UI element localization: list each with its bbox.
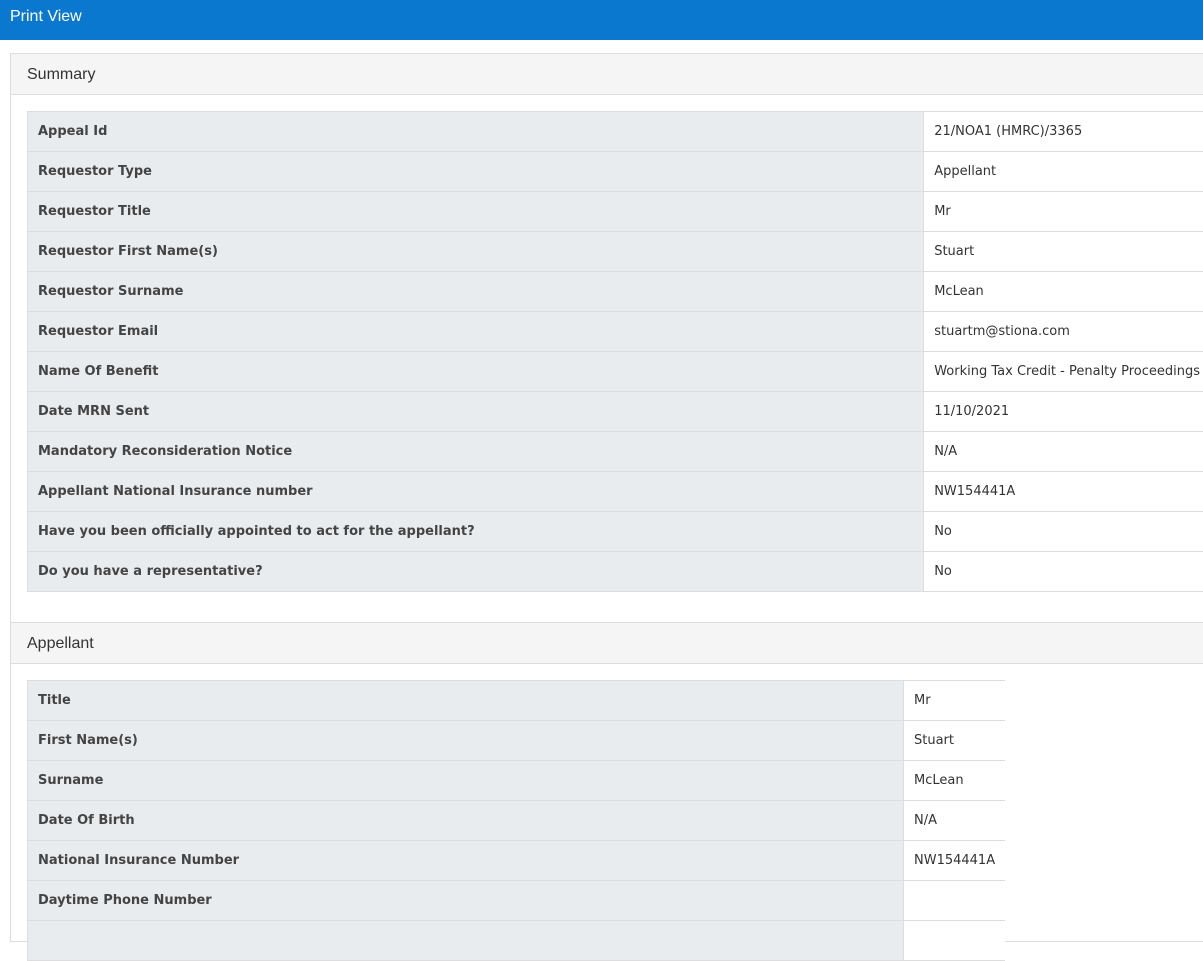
table-row: Appeal Id21/NOA1 (HMRC)/3365	[28, 112, 1203, 152]
field-label: Name Of Benefit	[28, 352, 924, 392]
field-label: Requestor Type	[28, 152, 924, 192]
field-label: Surname	[28, 761, 904, 801]
field-label: Requestor First Name(s)	[28, 232, 924, 272]
field-label: Date Of Birth	[28, 801, 904, 841]
field-value: No	[924, 512, 1203, 552]
appellant-table: TitleMrFirst Name(s)StuartSurnameMcLeanD…	[27, 680, 1005, 961]
page-title: Print View	[10, 8, 82, 25]
summary-panel-heading: Summary	[11, 54, 1203, 95]
table-row: Requestor TitleMr	[28, 192, 1203, 232]
top-bar: Print View	[0, 0, 1203, 40]
table-row: National Insurance NumberNW154441A	[28, 841, 1006, 881]
appellant-panel-heading: Appellant	[11, 623, 1203, 664]
field-label: Title	[28, 681, 904, 721]
table-row: Name Of BenefitWorking Tax Credit - Pena…	[28, 352, 1203, 392]
field-label: Have you been officially appointed to ac…	[28, 512, 924, 552]
table-row: Date MRN Sent11/10/2021	[28, 392, 1203, 432]
table-row: Requestor Emailstuartm@stiona.com	[28, 312, 1203, 352]
field-label: Mandatory Reconsideration Notice	[28, 432, 924, 472]
field-value: No	[924, 552, 1203, 592]
table-row: Appellant National Insurance numberNW154…	[28, 472, 1203, 512]
field-value: 21/NOA1 (HMRC)/3365	[924, 112, 1203, 152]
summary-table: Appeal Id21/NOA1 (HMRC)/3365Requestor Ty…	[27, 111, 1203, 592]
field-label: National Insurance Number	[28, 841, 904, 881]
field-value: Mr	[924, 192, 1203, 232]
field-label: Requestor Title	[28, 192, 924, 232]
field-value: 11/10/2021	[924, 392, 1203, 432]
field-label: Requestor Surname	[28, 272, 924, 312]
field-value: Stuart	[904, 721, 1006, 761]
table-row: Mandatory Reconsideration NoticeN/A	[28, 432, 1203, 472]
field-value: Appellant	[924, 152, 1203, 192]
field-value: N/A	[924, 432, 1203, 472]
field-label: First Name(s)	[28, 721, 904, 761]
field-value: N/A	[904, 801, 1006, 841]
table-row: TitleMr	[28, 681, 1006, 721]
field-value: Mr	[904, 681, 1006, 721]
field-value: Working Tax Credit - Penalty Proceedings	[924, 352, 1203, 392]
appellant-panel: Appellant TitleMrFirst Name(s)StuartSurn…	[10, 622, 1203, 942]
summary-panel: Summary Appeal Id21/NOA1 (HMRC)/3365Requ…	[10, 53, 1203, 623]
field-value: NW154441A	[904, 841, 1006, 881]
field-value: McLean	[904, 761, 1006, 801]
table-row: Requestor SurnameMcLean	[28, 272, 1203, 312]
table-row: Requestor First Name(s)Stuart	[28, 232, 1203, 272]
table-row: SurnameMcLean	[28, 761, 1006, 801]
table-row	[28, 921, 1006, 961]
field-label: Appeal Id	[28, 112, 924, 152]
field-label	[28, 921, 904, 961]
table-row: First Name(s)Stuart	[28, 721, 1006, 761]
field-value: Stuart	[924, 232, 1203, 272]
table-row: Daytime Phone Number	[28, 881, 1006, 921]
field-value: stuartm@stiona.com	[924, 312, 1203, 352]
field-label: Daytime Phone Number	[28, 881, 904, 921]
field-value: McLean	[924, 272, 1203, 312]
field-value: NW154441A	[924, 472, 1203, 512]
field-value	[904, 921, 1006, 961]
field-label: Appellant National Insurance number	[28, 472, 924, 512]
field-label: Date MRN Sent	[28, 392, 924, 432]
field-label: Requestor Email	[28, 312, 924, 352]
table-row: Do you have a representative?No	[28, 552, 1203, 592]
table-row: Have you been officially appointed to ac…	[28, 512, 1203, 552]
table-row: Requestor TypeAppellant	[28, 152, 1203, 192]
table-row: Date Of BirthN/A	[28, 801, 1006, 841]
field-label: Do you have a representative?	[28, 552, 924, 592]
field-value	[904, 881, 1006, 921]
